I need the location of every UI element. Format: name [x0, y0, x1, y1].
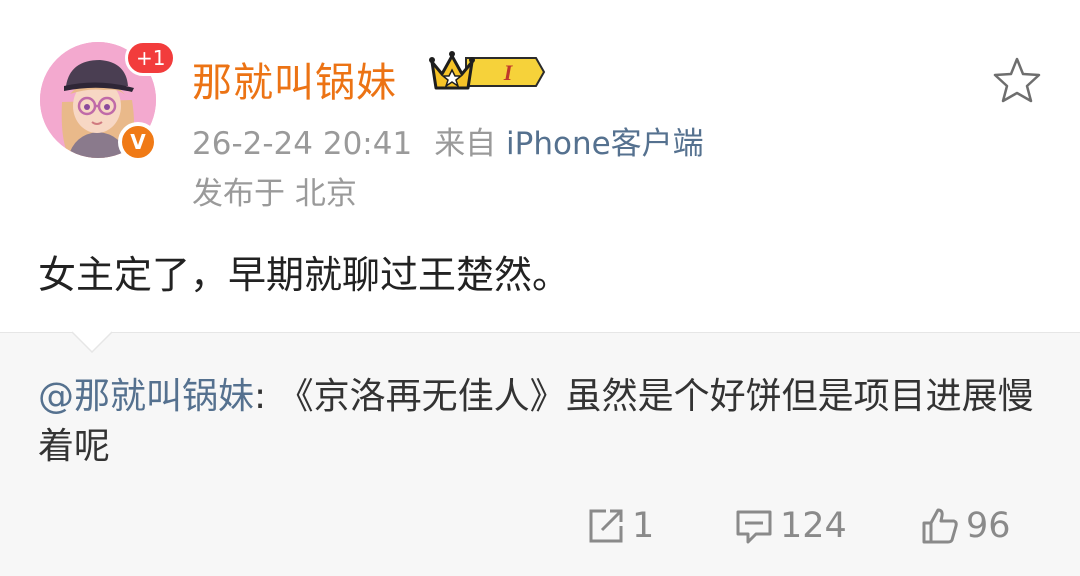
crown-icon[interactable]: I	[428, 48, 546, 94]
vip-level-text: I	[503, 60, 514, 85]
like-button[interactable]: 96	[920, 504, 1011, 548]
repost-pointer	[72, 331, 112, 353]
repost-mention[interactable]: @那就叫锅妹	[38, 376, 254, 417]
thumbs-up-icon	[922, 508, 958, 544]
post-text: 女主定了，早期就聊过王楚然。	[38, 253, 571, 297]
avatar-container[interactable]: +1 V	[40, 40, 177, 162]
share-icon	[589, 509, 623, 543]
comment-count: 124	[780, 506, 847, 546]
star-outline-icon[interactable]	[992, 56, 1042, 104]
repost-count: 1	[632, 506, 655, 546]
post-source[interactable]: iPhone客户端	[506, 126, 704, 162]
verified-badge: V	[118, 122, 158, 162]
notification-badge: +1	[125, 40, 177, 76]
repost-text: @那就叫锅妹: 《京洛再无佳人》虽然是个好饼但是项目进展慢着呢	[38, 372, 1048, 472]
source-prefix: 来自	[434, 126, 497, 162]
post-location: 发布于 北京	[192, 176, 357, 212]
author-name[interactable]: 那就叫锅妹	[192, 50, 397, 108]
like-count: 96	[966, 506, 1011, 546]
repost-button[interactable]: 1	[586, 504, 654, 548]
post-timestamp: 26-2-24 20:41	[192, 126, 413, 162]
weibo-post: +1 V 那就叫锅妹 I 26-2-24 20:41 来自 iPhone客户端 发…	[0, 0, 1080, 576]
comment-button[interactable]: 124	[734, 504, 847, 548]
comment-icon	[736, 510, 772, 544]
post-meta: 26-2-24 20:41 来自 iPhone客户端	[192, 118, 704, 163]
